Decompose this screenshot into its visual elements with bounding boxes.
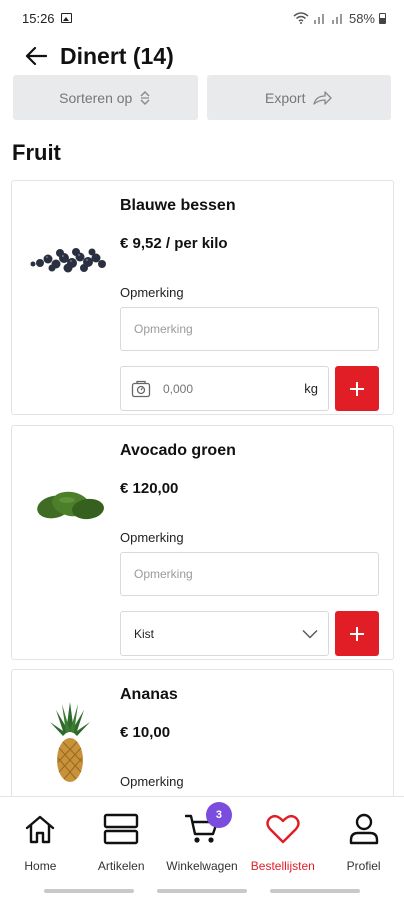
- gesture-handle: [44, 889, 134, 893]
- plus-icon: [350, 626, 364, 641]
- toolbar: Sorteren op Export: [13, 75, 391, 120]
- note-input[interactable]: [120, 307, 379, 351]
- quantity-field[interactable]: kg: [120, 366, 329, 411]
- profile-icon: [346, 811, 382, 847]
- product-image-avocado: [22, 456, 118, 552]
- nav-item-order-lists[interactable]: Bestellijsten: [242, 797, 323, 884]
- nav-label: Home: [24, 859, 57, 873]
- export-button-label: Export: [265, 89, 306, 106]
- share-arrow-icon: [313, 90, 333, 105]
- articles-icon: [103, 811, 139, 847]
- gesture-handle: [157, 889, 247, 893]
- product-card-avocado: Avocado groen € 120,00 Opmerking Kist: [11, 425, 394, 660]
- note-input[interactable]: [120, 552, 379, 596]
- nav-item-profile[interactable]: Profiel: [323, 797, 404, 884]
- status-time: 15:26: [22, 10, 55, 26]
- unit-select-value: Kist: [134, 626, 155, 641]
- heart-icon: [265, 811, 301, 847]
- chevron-down-icon: [302, 629, 318, 638]
- sort-icon: [140, 90, 150, 105]
- scale-icon: [131, 380, 151, 397]
- nav-label: Profiel: [346, 859, 381, 873]
- sort-button[interactable]: Sorteren op: [13, 75, 198, 120]
- quantity-row: kg: [120, 366, 379, 411]
- arrow-left-icon: [25, 46, 47, 66]
- status-left: 15:26: [22, 11, 72, 26]
- product-price: € 10,00: [120, 724, 171, 741]
- nav-label: Bestellijsten: [250, 859, 315, 873]
- status-right: 58%: [293, 11, 386, 26]
- gallery-notification-icon: [60, 13, 72, 23]
- page-title: Dinert (14): [60, 42, 174, 69]
- product-image-pineapple: [22, 694, 118, 794]
- sort-button-label: Sorteren op: [59, 89, 133, 106]
- cart-count-badge: 3: [205, 802, 232, 828]
- quantity-unit: kg: [304, 381, 318, 396]
- signal-icon: [313, 14, 324, 24]
- signal-icon-2: [331, 14, 342, 24]
- gesture-handle: [270, 889, 360, 893]
- product-name: Avocado groen: [120, 442, 236, 459]
- nav-item-home[interactable]: Home: [0, 797, 81, 884]
- product-price: € 9,52 / per kilo: [120, 235, 228, 252]
- product-price: € 120,00: [120, 480, 179, 497]
- nav-item-cart[interactable]: 3 Winkelwagen: [162, 797, 243, 884]
- unit-select[interactable]: Kist: [120, 611, 329, 656]
- plus-icon: [350, 381, 364, 396]
- product-card-blueberries: Blauwe bessen € 9,52 / per kilo Opmerkin…: [11, 180, 394, 415]
- battery-icon: [379, 12, 386, 24]
- gesture-bar-area: [0, 884, 404, 900]
- nav-label: Artikelen: [97, 859, 145, 873]
- bottom-navigation: Home Artikelen 3 Winkelwagen Bestellijst…: [0, 796, 404, 884]
- cart-icon: 3: [184, 802, 232, 847]
- nav-label: Winkelwagen: [166, 859, 238, 873]
- product-name: Blauwe bessen: [120, 197, 236, 214]
- section-title: Fruit: [12, 140, 61, 165]
- wifi-icon: [293, 12, 309, 24]
- quantity-row: Kist: [120, 611, 379, 656]
- note-label: Opmerking: [120, 530, 184, 545]
- add-to-cart-button[interactable]: [335, 611, 379, 656]
- product-image-blueberries: [22, 211, 118, 307]
- home-icon: [22, 811, 58, 847]
- page-header: Dinert (14): [0, 38, 404, 74]
- back-button[interactable]: [24, 44, 48, 68]
- battery-percentage: 58%: [348, 10, 375, 26]
- product-name: Ananas: [120, 686, 178, 703]
- note-label: Opmerking: [120, 285, 184, 300]
- export-button[interactable]: Export: [206, 75, 391, 120]
- quantity-input[interactable]: [163, 381, 283, 396]
- status-bar: 15:26 58%: [0, 0, 404, 36]
- nav-item-articles[interactable]: Artikelen: [81, 797, 162, 884]
- add-to-cart-button[interactable]: [335, 366, 379, 411]
- note-label: Opmerking: [120, 774, 184, 789]
